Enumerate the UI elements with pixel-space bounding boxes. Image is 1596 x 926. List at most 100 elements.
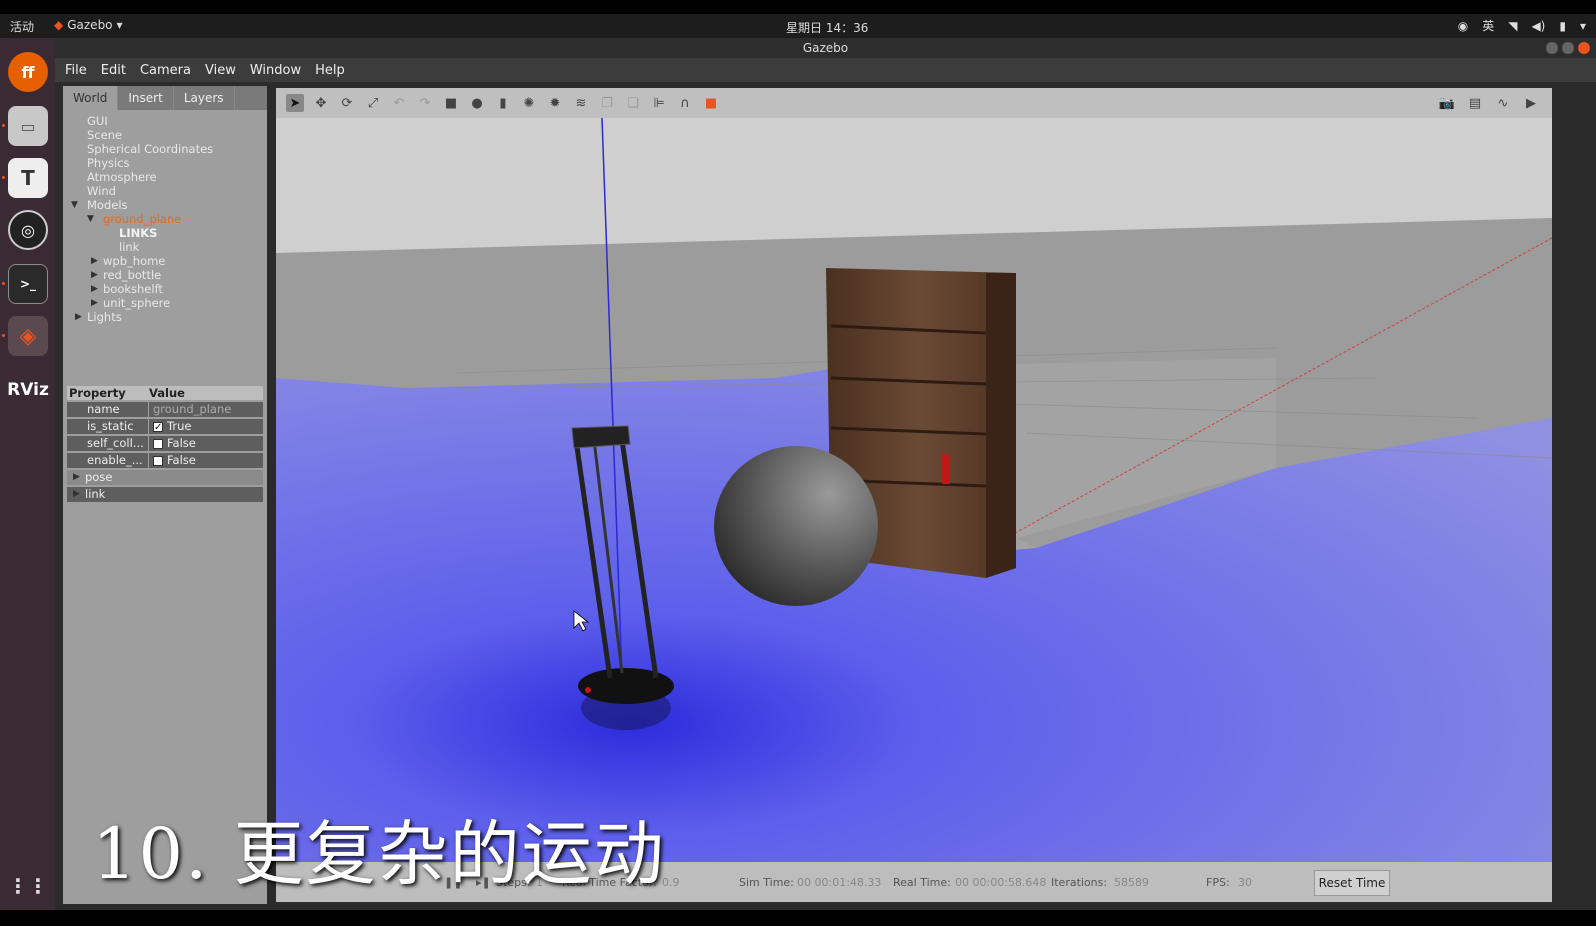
expand-arrow-icon[interactable]: ▶ [73,487,80,502]
undo-icon[interactable]: ↶ [390,94,408,112]
menu-view[interactable]: View [205,63,236,78]
tree-item-scene[interactable]: Scene [63,128,267,142]
scene-render[interactable] [276,88,1552,862]
log-icon[interactable]: ▤ [1466,94,1484,112]
maximize-button[interactable] [1562,42,1574,54]
property-group-pose[interactable]: ▶ pose [67,470,263,485]
menu-file[interactable]: File [65,63,87,78]
3d-viewport[interactable] [276,88,1552,862]
tree-item-atmosphere[interactable]: Atmosphere [63,170,267,184]
window-titlebar[interactable]: Gazebo [55,38,1596,58]
rviz-icon[interactable]: RViz [7,370,49,410]
fps-label: FPS: [1206,876,1230,889]
align-icon[interactable]: ⊫ [650,94,668,112]
property-row-enable[interactable]: enable_... False [67,453,263,468]
tab-insert[interactable]: Insert [118,86,174,110]
select-tool-icon[interactable]: ➤ [286,94,304,112]
minimize-button[interactable] [1546,42,1558,54]
running-indicator [2,124,5,127]
property-key: is_static [67,419,149,434]
wifi-icon[interactable]: ◥ [1508,19,1517,33]
tree-item-links[interactable]: LINKS [63,226,267,240]
tree-item-bookshelf[interactable]: ▶ bookshelft [63,282,267,296]
expand-arrow-icon[interactable]: ▶ [91,268,98,282]
rotate-tool-icon[interactable]: ⟳ [338,94,356,112]
tree-item-red-bottle[interactable]: ▶ red_bottle [63,268,267,282]
tree-item-spherical[interactable]: Spherical Coordinates [63,142,267,156]
tree-item-link[interactable]: link [63,240,267,254]
property-row-is-static[interactable]: is_static True [67,419,263,435]
copy-icon[interactable]: ❐ [598,94,616,112]
spot-light-icon[interactable]: ✹ [546,94,564,112]
snap-icon[interactable]: ∩ [676,94,694,112]
self-collide-checkbox[interactable] [153,438,163,449]
tree-item-wind[interactable]: Wind [63,184,267,198]
property-group-label: link [85,487,106,501]
paste-icon[interactable]: ❏ [624,94,642,112]
expand-arrow-icon[interactable]: ▶ [91,282,98,296]
menu-help[interactable]: Help [315,63,345,78]
property-key: name [67,402,149,417]
show-apps-icon[interactable]: ⋮⋮ [8,866,48,906]
obs-icon[interactable]: ◎ [8,210,48,250]
firefox-icon[interactable]: ff [8,52,48,92]
tree-item-lights[interactable]: ▶ Lights [63,310,267,324]
property-row-self-collide[interactable]: self_coll... False [67,436,263,451]
tree-item-wpb-home[interactable]: ▶ wpb_home [63,254,267,268]
app-menu-label: Gazebo [67,18,113,32]
obs-tray-icon[interactable]: ◉ [1458,19,1468,33]
expand-arrow-icon[interactable]: ▶ [91,296,98,310]
tree-item-gui[interactable]: GUI [63,114,267,128]
property-header: Property Value [67,386,263,400]
tree-item-physics[interactable]: Physics [63,156,267,170]
video-record-icon[interactable]: ▶ [1522,94,1540,112]
files-icon[interactable]: ▭ [8,106,48,146]
chevron-down-icon[interactable]: ▾ [1580,19,1586,33]
is-static-checkbox[interactable] [153,420,163,435]
expand-arrow-icon[interactable]: ▼ [87,212,94,226]
directional-light-icon[interactable]: ≋ [572,94,590,112]
screenshot-icon[interactable]: 📷 [1438,94,1456,112]
clock[interactable]: 星期日 14：36 [786,19,868,36]
property-row-name[interactable]: name ground_plane [67,402,263,417]
activities-button[interactable]: 活动 [10,18,34,35]
volume-icon[interactable]: ◀) [1531,19,1545,33]
tree-item-unit-sphere[interactable]: ▶ unit_sphere [63,296,267,310]
input-method[interactable]: 英 [1482,17,1494,34]
plot-icon[interactable]: ∿ [1494,94,1512,112]
enable-checkbox[interactable] [153,455,163,466]
terminal-icon[interactable]: >_ [8,264,48,304]
tab-layers[interactable]: Layers [174,86,235,110]
close-button[interactable] [1578,42,1590,54]
tree-item-models[interactable]: ▼ Models [63,198,267,212]
cylinder-shape-icon[interactable]: ▮ [494,94,512,112]
tab-world[interactable]: World [63,86,119,110]
scale-tool-icon[interactable]: ⤢ [364,94,382,112]
menu-edit[interactable]: Edit [101,63,126,78]
battery-icon[interactable]: ▮ [1559,19,1566,33]
property-key: self_coll... [67,436,149,451]
expand-arrow-icon[interactable]: ▶ [73,470,80,485]
system-tray: ◉ 英 ◥ ◀) ▮ ▾ [1458,17,1586,34]
app-menu[interactable]: ◆ Gazebo ▾ [54,18,123,32]
expand-arrow-icon[interactable]: ▶ [75,310,82,324]
translate-tool-icon[interactable]: ✥ [312,94,330,112]
sim-time-value: 00 00:01:48.33 [797,876,882,889]
menu-window[interactable]: Window [250,63,301,78]
gazebo-dock-icon[interactable]: ◈ [8,316,48,356]
expand-arrow-icon[interactable]: ▶ [91,254,98,268]
sphere-shape-icon[interactable]: ● [468,94,486,112]
expand-arrow-icon[interactable]: ▼ [71,198,78,212]
view-angle-icon[interactable]: ■ [702,94,720,112]
red-bottle-model[interactable] [942,454,950,484]
video-caption: 10. 更复杂的运动 [92,813,666,895]
redo-icon[interactable]: ↷ [416,94,434,112]
text-editor-icon[interactable]: T [8,158,48,198]
point-light-icon[interactable]: ✺ [520,94,538,112]
box-shape-icon[interactable]: ■ [442,94,460,112]
property-group-link[interactable]: ▶ link [67,487,263,502]
menu-camera[interactable]: Camera [140,63,191,78]
unit-sphere-model[interactable] [714,446,878,606]
reset-time-button[interactable]: Reset Time [1314,870,1390,896]
tree-item-ground-plane[interactable]: ▼ ground_plane [63,212,267,226]
